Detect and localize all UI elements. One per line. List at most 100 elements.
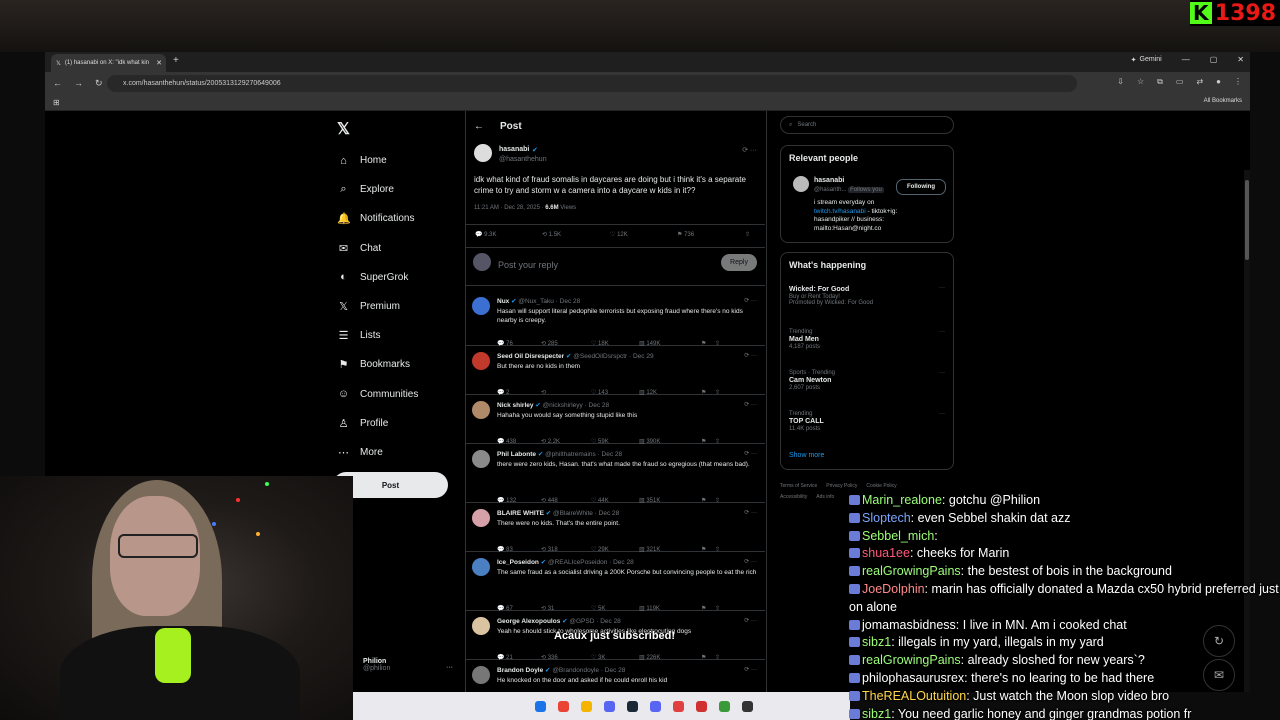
more-dots-icon[interactable]: ⟳ ··· (744, 666, 757, 673)
sidebar-item-premium[interactable]: 𝕏 Premium (337, 292, 418, 321)
close-tab-icon[interactable]: ✕ (156, 59, 162, 67)
chat-username[interactable]: philophasaurusrex (862, 671, 964, 685)
chrome-icon[interactable] (558, 701, 569, 712)
discord-icon[interactable] (604, 701, 615, 712)
gemini-button[interactable]: ✦ Gemini (1131, 56, 1162, 64)
avatar[interactable] (793, 176, 809, 192)
author-name[interactable]: George Alexopoulos (497, 618, 560, 625)
avatar[interactable] (472, 450, 490, 468)
avatar[interactable] (474, 144, 492, 162)
star-icon[interactable]: ☆ (1137, 77, 1144, 87)
more-dots-icon[interactable]: ··· (939, 329, 945, 335)
sidebar-item-bookmarks[interactable]: ⚑ Bookmarks (337, 350, 418, 379)
app-icon[interactable] (696, 701, 707, 712)
more-dots-icon[interactable]: ⟳ ··· (744, 509, 757, 516)
sidebar-item-explore[interactable]: ⌕ Explore (337, 175, 418, 204)
more-dots-icon[interactable]: ⟳ ··· (744, 401, 757, 408)
install-icon[interactable]: ⇩ (1117, 77, 1124, 87)
footer-link[interactable]: Privacy Policy (826, 483, 857, 489)
reply-count[interactable]: 💬 9.3K (475, 231, 497, 238)
sidebar-item-profile[interactable]: ♙ Profile (337, 409, 418, 438)
close-window-icon[interactable]: ✕ (1237, 55, 1244, 64)
reply-post[interactable]: Nux ✔ @Nux_Taku · Dec 28 ⟳ ··· Hasan will … (465, 291, 765, 347)
more-dots-icon[interactable]: ··· (939, 411, 945, 417)
message-icon[interactable]: ✉ (1203, 659, 1235, 691)
author-name[interactable]: Ice_Poseidon (497, 559, 539, 566)
reply-post[interactable]: Phil Labonte ✔ @philthatremains · Dec 28… (465, 444, 765, 504)
sidebar-item-supergrok[interactable]: ◐ SuperGrok (337, 263, 418, 292)
chat-username[interactable]: sibz1 (862, 635, 891, 649)
more-dots-icon[interactable]: ⟳ ··· (744, 297, 757, 304)
chat-username[interactable]: jomamasbidness (862, 618, 956, 632)
menu-icon[interactable]: ⋮ (1234, 77, 1242, 87)
trend-item[interactable]: Trending TOP CALL 11.4K posts ··· (789, 411, 945, 432)
author-name[interactable]: Phil Labonte (497, 451, 536, 458)
author-name[interactable]: Nux (497, 298, 509, 305)
scroll-thumb[interactable] (1245, 180, 1249, 260)
sidebar-item-lists[interactable]: ☰ Lists (337, 321, 418, 350)
more-dots-icon[interactable]: ⟳ ··· (742, 146, 757, 154)
trend-item[interactable]: Trending Mad Men 4,187 posts ··· (789, 329, 945, 350)
avatar[interactable] (472, 297, 490, 315)
trend-item[interactable]: Sports · Trending Cam Newton 2,607 posts ··… (789, 370, 945, 391)
minimize-icon[interactable]: — (1182, 55, 1190, 64)
profile-icon[interactable]: ● (1216, 77, 1221, 87)
app-icon[interactable] (673, 701, 684, 712)
chat-username[interactable]: realGrowingPains (862, 653, 961, 667)
sidebar-item-chat[interactable]: ✉ Chat (337, 234, 418, 263)
author-handle[interactable]: @hasanthehun (499, 156, 547, 163)
more-dots-icon[interactable]: ··· (446, 664, 453, 671)
avatar[interactable] (472, 558, 490, 576)
chat-username[interactable]: sibz1 (862, 707, 891, 720)
reply-input[interactable]: Post your reply (498, 260, 558, 270)
repost-count[interactable]: ⟲ 1.5K (542, 231, 561, 238)
extensions-icon[interactable]: ⧉ (1157, 77, 1163, 87)
person-name[interactable]: hasanabi (814, 177, 844, 184)
more-dots-icon[interactable]: ⟳ ··· (744, 617, 757, 624)
chat-username[interactable]: realGrowingPains (862, 564, 961, 578)
new-tab-icon[interactable]: + (173, 55, 179, 66)
reply-post[interactable]: Ice_Poseidon ✔ @REALIcePoseidon · Dec 28… (465, 552, 765, 612)
avatar[interactable] (472, 509, 490, 527)
app-icon[interactable] (719, 701, 730, 712)
maximize-icon[interactable]: ▢ (1210, 55, 1218, 64)
chat-username[interactable]: JoeDolphin (862, 582, 925, 596)
more-dots-icon[interactable]: ··· (939, 370, 945, 376)
back-icon[interactable]: ← (53, 78, 62, 89)
all-bookmarks[interactable]: All Bookmarks (1204, 98, 1242, 104)
start-icon[interactable] (535, 701, 546, 712)
apps-icon[interactable]: ⊞ (53, 98, 60, 107)
avatar[interactable] (472, 666, 490, 684)
more-dots-icon[interactable]: ⟳ ··· (744, 558, 757, 565)
chat-username[interactable]: Marin_realone (862, 493, 942, 507)
share-icon[interactable]: ⇧ (745, 231, 750, 238)
sidebar-item-notifications[interactable]: 🔔 Notifications (337, 204, 418, 233)
app-icon[interactable] (742, 701, 753, 712)
sidebar-item-communities[interactable]: ☺ Communities (337, 380, 418, 409)
search-input[interactable]: ⌕ Search (780, 116, 954, 134)
steam-icon[interactable] (627, 701, 638, 712)
more-dots-icon[interactable]: ⟳ ··· (744, 352, 757, 359)
sidebar-item-more[interactable]: ⋯ More (337, 438, 418, 467)
footer-link[interactable]: Ads info (816, 494, 834, 500)
bookmark-count[interactable]: ⚑ 736 (677, 231, 694, 238)
footer-link[interactable]: Terms of Service (780, 483, 817, 489)
browser-tab[interactable]: 𝕏 (1) hasanabi on X: "idk what kin ✕ (51, 54, 166, 72)
refresh-icon[interactable]: ↻ (1203, 625, 1235, 657)
reply-post[interactable]: Nick shirley ✔ @nickshirleyy · Dec 28 ⟳ ·… (465, 395, 765, 445)
author-name[interactable]: Nick shirley (497, 402, 534, 409)
url-field[interactable]: x.com/hasanthehun/status/200531312927064… (107, 75, 1077, 92)
chat-username[interactable]: Sloptech (862, 511, 911, 525)
app-icon[interactable] (650, 701, 661, 712)
footer-link[interactable]: Accessibility (780, 494, 807, 500)
account-switcher[interactable]: Philion @philion ··· (363, 658, 453, 672)
avatar[interactable] (472, 617, 490, 635)
author-name[interactable]: Seed Oil Disrespecter (497, 353, 564, 360)
sync-icon[interactable]: ⇄ (1196, 77, 1203, 87)
chat-username[interactable]: shua1ee (862, 546, 910, 560)
author-name[interactable]: Brandon Doyle (497, 667, 543, 674)
following-button[interactable]: Following (896, 179, 946, 195)
like-count[interactable]: ♡ 12K (610, 231, 628, 238)
reload-icon[interactable]: ↻ (95, 78, 103, 89)
reply-post[interactable]: Seed Oil Disrespecter ✔ @SeedOilDsrspctr… (465, 346, 765, 396)
